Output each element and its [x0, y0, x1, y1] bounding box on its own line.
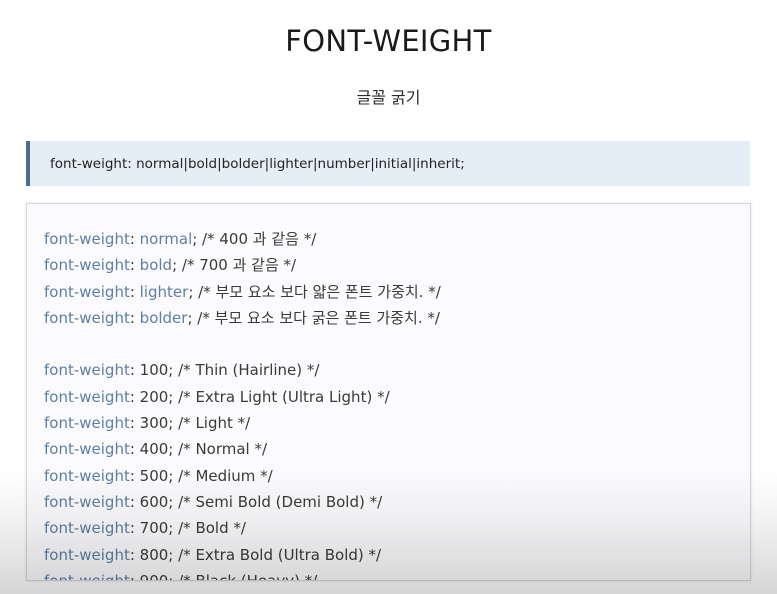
- code-value-comment: : 100; /* Thin (Hairline) */: [129, 361, 320, 380]
- code-property: font-weight: [44, 466, 130, 485]
- code-keyword-value: lighter: [139, 282, 189, 301]
- code-line: font-weight: 800; /* Extra Bold (Ultra B…: [44, 542, 750, 568]
- code-comment: ; /* 부모 요소 보다 얇은 폰트 가중치. */: [188, 282, 441, 301]
- code-line: font-weight: bold; /* 700 과 같음 */: [44, 252, 750, 278]
- code-comment: ; /* 부모 요소 보다 굵은 폰트 가중치. */: [187, 308, 440, 327]
- syntax-box: font-weight: normal|bold|bolder|lighter|…: [26, 141, 750, 186]
- code-line: font-weight: 500; /* Medium */: [44, 463, 750, 489]
- code-value-comment: : 500; /* Medium */: [129, 466, 273, 485]
- code-value-comment: : 300; /* Light */: [129, 414, 251, 433]
- code-separator: :: [129, 256, 140, 275]
- code-property: font-weight: [44, 230, 130, 248]
- page-title: FONT-WEIGHT: [285, 24, 492, 58]
- code-property: font-weight: [44, 571, 130, 581]
- page-subtitle: 글꼴 굵기: [356, 88, 421, 107]
- code-line: font-weight: 300; /* Light */: [44, 410, 750, 436]
- code-line: font-weight: 400; /* Normal */: [44, 436, 750, 462]
- code-separator: :: [129, 230, 140, 248]
- code-comment: ; /* 700 과 같음 */: [172, 256, 297, 275]
- code-property: font-weight: [44, 414, 130, 433]
- code-value-comment: : 900; /* Black (Heavy) */: [129, 571, 318, 581]
- code-keyword-value: bold: [139, 256, 173, 275]
- code-line: font-weight: 900; /* Black (Heavy) */: [44, 568, 750, 581]
- code-separator: :: [129, 308, 140, 327]
- code-property: font-weight: [44, 545, 130, 564]
- code-line: font-weight: 700; /* Bold */: [44, 515, 750, 541]
- code-value-comment: : 400; /* Normal */: [129, 440, 268, 459]
- code-value-comment: : 800; /* Extra Bold (Ultra Bold) */: [129, 545, 382, 564]
- code-value-comment: : 200; /* Extra Light (Ultra Light) */: [129, 387, 390, 406]
- code-property: font-weight: [44, 256, 130, 275]
- code-property: font-weight: [44, 308, 130, 327]
- code-line: font-weight: bolder; /* 부모 요소 보다 굵은 폰트 가…: [44, 305, 750, 331]
- code-example-box: font-weight: normal; /* 400 과 같음 */ font…: [26, 203, 751, 581]
- code-comment: ; /* 400 과 같음 */: [192, 230, 317, 248]
- code-property: font-weight: [44, 492, 130, 511]
- code-property: font-weight: [44, 361, 130, 380]
- syntax-text: font-weight: normal|bold|bolder|lighter|…: [50, 155, 465, 172]
- code-keyword-value: bolder: [139, 308, 188, 327]
- code-property: font-weight: [44, 387, 130, 406]
- code-line: font-weight: 200; /* Extra Light (Ultra …: [44, 384, 750, 410]
- code-line: font-weight: 100; /* Thin (Hairline) */: [44, 357, 750, 383]
- code-value-comment: : 700; /* Bold */: [129, 519, 246, 538]
- code-line: font-weight: 600; /* Semi Bold (Demi Bol…: [44, 489, 750, 515]
- code-value-comment: : 600; /* Semi Bold (Demi Bold) */: [129, 492, 383, 511]
- code-property: font-weight: [44, 440, 130, 459]
- code-line: font-weight: lighter; /* 부모 요소 보다 얇은 폰트 …: [44, 279, 750, 305]
- code-property: font-weight: [44, 282, 130, 301]
- code-separator: :: [129, 282, 140, 301]
- code-property: font-weight: [44, 519, 130, 538]
- code-keyword-value: normal: [139, 230, 193, 248]
- code-line: font-weight: normal; /* 400 과 같음 */: [44, 226, 750, 252]
